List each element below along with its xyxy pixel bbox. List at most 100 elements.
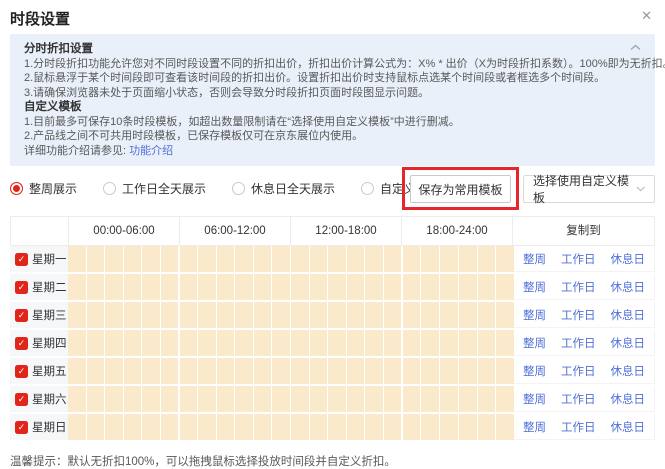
time-slot-cell[interactable] — [496, 330, 514, 356]
copy-link-0[interactable]: 整周 — [523, 251, 546, 267]
time-slot-cell[interactable] — [254, 386, 273, 412]
time-slot-cell[interactable] — [478, 386, 497, 412]
time-slot-cell[interactable] — [235, 274, 254, 300]
time-slot-cell[interactable] — [198, 274, 217, 300]
time-slot-cell[interactable] — [217, 414, 236, 440]
time-slot-cell[interactable] — [180, 246, 199, 272]
time-slot-cell[interactable] — [421, 386, 440, 412]
time-slot-cell[interactable] — [272, 414, 291, 440]
time-slot-cell[interactable] — [87, 386, 106, 412]
time-slot-cell[interactable] — [291, 302, 310, 328]
time-slot-cell[interactable] — [384, 330, 403, 356]
day-checkbox[interactable]: ✓ — [15, 365, 28, 378]
time-slot-cell[interactable] — [291, 246, 310, 272]
time-slot-cell[interactable] — [161, 330, 180, 356]
time-slot-cell[interactable] — [478, 330, 497, 356]
time-slot-cell[interactable] — [124, 414, 143, 440]
time-slot-cell[interactable] — [440, 330, 459, 356]
time-slot-cell[interactable] — [142, 358, 161, 384]
time-slot-cell[interactable] — [496, 274, 514, 300]
time-slot-cell[interactable] — [235, 386, 254, 412]
time-slot-cell[interactable] — [421, 274, 440, 300]
copy-link-2[interactable]: 休息日 — [611, 279, 646, 295]
time-slot-cell[interactable] — [365, 274, 384, 300]
time-slot-cell[interactable] — [291, 358, 310, 384]
copy-link-1[interactable]: 工作日 — [561, 363, 596, 379]
time-slot-cell[interactable] — [254, 358, 273, 384]
time-slot-cell[interactable] — [365, 414, 384, 440]
copy-link-0[interactable]: 整周 — [523, 363, 546, 379]
time-slot-cell[interactable] — [440, 302, 459, 328]
time-slot-cell[interactable] — [403, 274, 422, 300]
time-slot-cell[interactable] — [87, 330, 106, 356]
time-slot-cell[interactable] — [310, 246, 329, 272]
time-slot-cell[interactable] — [440, 246, 459, 272]
time-slot-cell[interactable] — [105, 386, 124, 412]
time-slot-cell[interactable] — [291, 414, 310, 440]
time-slot-cell[interactable] — [198, 386, 217, 412]
time-slot-cell[interactable] — [142, 302, 161, 328]
time-slot-cell[interactable] — [328, 386, 347, 412]
time-slot-cell[interactable] — [235, 414, 254, 440]
time-slot-cell[interactable] — [161, 274, 180, 300]
time-slot-cell[interactable] — [496, 246, 514, 272]
copy-link-0[interactable]: 整周 — [523, 307, 546, 323]
time-slot-cell[interactable] — [254, 246, 273, 272]
time-slot-cell[interactable] — [87, 358, 106, 384]
time-slot-cell[interactable] — [68, 330, 87, 356]
time-slot-cell[interactable] — [217, 386, 236, 412]
copy-link-2[interactable]: 休息日 — [611, 307, 646, 323]
time-slot-cell[interactable] — [403, 330, 422, 356]
time-slot-cell[interactable] — [105, 274, 124, 300]
time-slot-cell[interactable] — [254, 414, 273, 440]
close-icon[interactable]: ✕ — [638, 8, 655, 24]
time-slot-cell[interactable] — [403, 246, 422, 272]
time-slot-cell[interactable] — [180, 358, 199, 384]
time-slot-cell[interactable] — [384, 302, 403, 328]
time-slot-cell[interactable] — [198, 414, 217, 440]
template-select[interactable]: 选择使用自定义模板 — [523, 175, 655, 203]
time-slot-cell[interactable] — [421, 302, 440, 328]
time-slot-cell[interactable] — [180, 302, 199, 328]
time-slot-cell[interactable] — [421, 414, 440, 440]
day-checkbox[interactable]: ✓ — [15, 337, 28, 350]
time-slot-cell[interactable] — [161, 302, 180, 328]
save-template-button[interactable]: 保存为常用模板 — [410, 175, 511, 203]
time-slot-cell[interactable] — [235, 358, 254, 384]
time-slot-cell[interactable] — [161, 358, 180, 384]
time-slot-cell[interactable] — [384, 246, 403, 272]
time-slot-cell[interactable] — [217, 358, 236, 384]
time-slot-cell[interactable] — [142, 246, 161, 272]
time-slot-cell[interactable] — [365, 386, 384, 412]
time-slot-cell[interactable] — [124, 386, 143, 412]
time-slot-cell[interactable] — [421, 246, 440, 272]
time-slot-cell[interactable] — [403, 414, 422, 440]
time-slot-cell[interactable] — [496, 358, 514, 384]
copy-link-0[interactable]: 整周 — [523, 419, 546, 435]
time-slot-cell[interactable] — [459, 330, 478, 356]
time-slot-cell[interactable] — [365, 246, 384, 272]
time-slot-cell[interactable] — [347, 274, 366, 300]
time-slot-cell[interactable] — [310, 358, 329, 384]
time-slot-cell[interactable] — [68, 274, 87, 300]
time-slot-cell[interactable] — [347, 358, 366, 384]
time-slot-cell[interactable] — [310, 330, 329, 356]
time-slot-cell[interactable] — [328, 274, 347, 300]
time-slot-cell[interactable] — [217, 274, 236, 300]
copy-link-2[interactable]: 休息日 — [611, 251, 646, 267]
time-slot-cell[interactable] — [347, 330, 366, 356]
time-slot-cell[interactable] — [161, 386, 180, 412]
radio-option-2[interactable]: 休息日全天展示 — [232, 180, 335, 197]
day-checkbox[interactable]: ✓ — [15, 253, 28, 266]
time-slot-cell[interactable] — [254, 302, 273, 328]
time-slot-cell[interactable] — [217, 302, 236, 328]
time-slot-cell[interactable] — [440, 358, 459, 384]
time-slot-cell[interactable] — [272, 302, 291, 328]
copy-link-2[interactable]: 休息日 — [611, 363, 646, 379]
copy-link-0[interactable]: 整周 — [523, 391, 546, 407]
time-slot-cell[interactable] — [180, 386, 199, 412]
time-slot-cell[interactable] — [217, 246, 236, 272]
copy-link-1[interactable]: 工作日 — [561, 279, 596, 295]
time-slot-cell[interactable] — [328, 302, 347, 328]
copy-link-1[interactable]: 工作日 — [561, 335, 596, 351]
